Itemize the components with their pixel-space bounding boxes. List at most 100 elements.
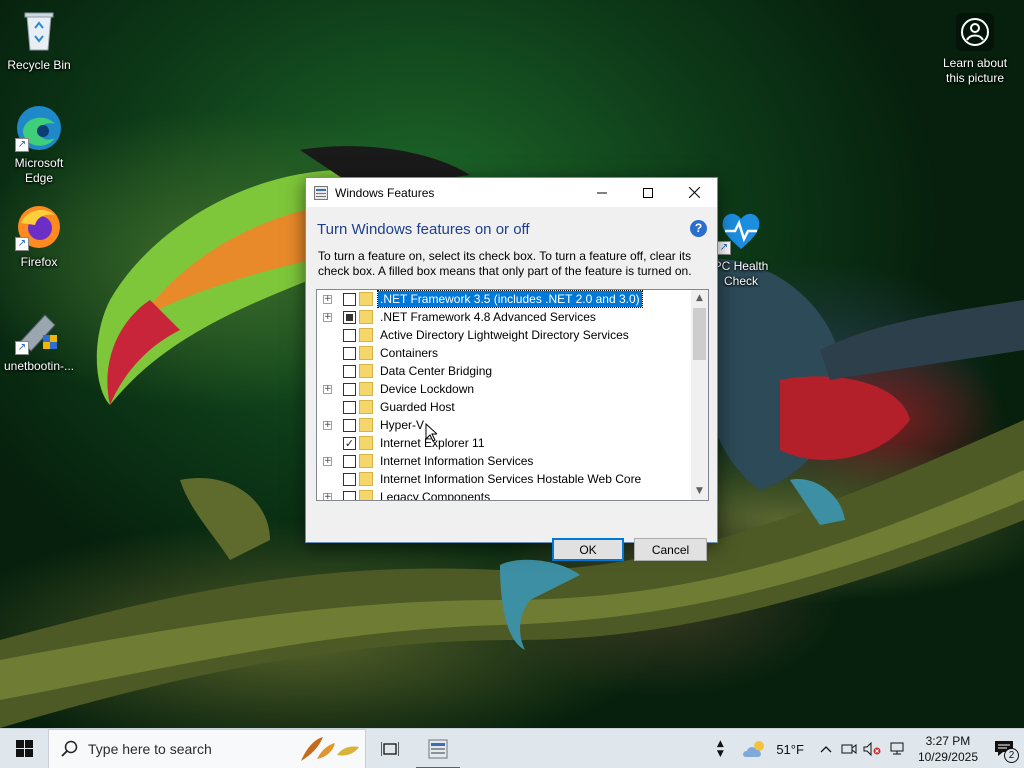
task-view-button[interactable] [366,729,414,768]
feature-checkbox[interactable] [343,292,356,306]
edge-icon: ↗ [15,104,63,152]
clock[interactable]: 3:27 PM 10/29/2025 [910,733,986,765]
ok-button[interactable]: OK [552,538,624,561]
expander-spacer: + [323,349,332,358]
search-highlight-autumn-leaves-icon[interactable] [297,733,363,765]
pc-health-check-icon: ↗ [717,207,765,255]
maximize-button[interactable] [625,178,671,207]
folder-icon [359,454,373,468]
desktop-icon-label: unetbootin-... [3,359,75,373]
desktop-icon-firefox[interactable]: ↗ Firefox [1,203,77,270]
vertical-scrollbar[interactable]: ▲ ▼ [691,290,708,500]
minimize-icon [597,192,607,193]
desktop-icon-label: Firefox [20,255,58,269]
desktop-icon-label: Microsoft Edge [14,156,64,185]
volume-button[interactable] [860,729,884,768]
feature-label: .NET Framework 4.8 Advanced Services [380,310,596,324]
folder-icon [359,472,373,486]
taskbar-search-box[interactable]: Type here to search [48,728,366,768]
feature-checkbox[interactable] [343,328,356,342]
title-bar[interactable]: Windows Features [306,178,717,207]
task-view-icon [381,741,399,756]
feature-row[interactable]: + Internet Information Services [317,452,535,470]
cancel-button[interactable]: Cancel [634,538,707,561]
feature-label: Hyper-V [380,418,425,432]
desktop-icon-recycle-bin[interactable]: Recycle Bin [1,6,77,73]
help-icon[interactable]: ? [690,220,707,237]
dialog-content: Turn Windows features on or off ? To tur… [306,207,717,561]
windows-features-window: Windows Features Turn Windows features o… [305,177,718,561]
chevron-down-icon: ▼ [716,749,724,759]
firefox-icon: ↗ [15,203,63,251]
expand-plus-icon[interactable]: + [323,294,332,304]
folder-icon [359,346,373,360]
feature-label: Active Directory Lightweight Directory S… [380,328,629,342]
feature-checkbox[interactable] [343,382,356,396]
feature-checkbox[interactable] [343,454,356,468]
desktop-icon-unetbootin[interactable]: ↗ unetbootin-... [1,307,77,374]
feature-checkbox[interactable] [343,346,356,360]
feature-label: Device Lockdown [380,382,475,396]
feature-checkbox[interactable] [343,418,356,432]
feature-label: Legacy Components [380,490,491,501]
expand-plus-icon[interactable]: + [323,312,332,322]
feature-row[interactable]: + Device Lockdown [317,380,476,398]
search-placeholder: Type here to search [88,740,212,757]
feature-label: Containers [380,346,439,360]
feature-row[interactable]: + Guarded Host [317,398,457,416]
system-tray: ▲ ▼ 51°F 3:27 PM 10/29/2025 2 [712,729,1024,768]
minimize-button[interactable] [579,178,625,207]
feature-row[interactable]: + Containers [317,344,440,362]
feature-checkbox[interactable] [343,490,356,500]
feature-row[interactable]: +✓Internet Explorer 11 [317,434,487,452]
feature-row[interactable]: + .NET Framework 4.8 Advanced Services [317,308,598,326]
meet-now-button[interactable] [838,729,860,768]
feature-checkbox[interactable] [343,310,356,324]
feature-row[interactable]: + .NET Framework 3.5 (includes .NET 2.0 a… [317,290,643,308]
maximize-icon [643,187,653,198]
feature-checkbox[interactable] [343,400,356,414]
dialog-description: To turn a feature on, select its check b… [318,249,692,278]
feature-checkbox[interactable] [343,472,356,486]
meet-now-icon [841,744,857,754]
partly-cloudy-weather-icon [743,741,765,757]
desktop-icon-microsoft-edge[interactable]: ↗ Microsoft Edge [1,104,77,186]
recycle-bin-icon [15,6,63,54]
desktop-icon-learn-about-picture[interactable]: Learn about this picture [937,12,1013,86]
scroll-thumb[interactable] [693,308,706,360]
scroll-up-arrow-icon[interactable]: ▲ [691,290,708,307]
feature-row[interactable]: + Legacy Components [317,488,492,501]
feature-checkbox[interactable]: ✓ [343,436,356,450]
close-button[interactable] [671,178,717,207]
taskbar-windows-features-app[interactable] [414,729,462,768]
expander-spacer: + [323,331,332,340]
desktop-icon-label: Learn about this picture [942,56,1008,85]
features-tree[interactable]: + .NET Framework 3.5 (includes .NET 2.0 a… [316,289,709,501]
camera-icon [955,12,995,52]
folder-icon [359,328,373,342]
weather-widget[interactable]: 51°F [728,729,814,768]
notification-center-button[interactable]: 2 [986,729,1024,768]
expander-spacer: + [323,439,332,448]
windows-features-app-icon [314,185,328,200]
feature-row[interactable]: + Hyper-V [317,416,426,434]
network-button[interactable] [884,729,910,768]
taskbar-overflow-scroll[interactable]: ▲ ▼ [712,729,728,768]
start-button[interactable] [0,729,48,768]
feature-row[interactable]: + Internet Information Services Hostable … [317,470,643,488]
expand-plus-icon[interactable]: + [323,456,332,466]
expand-plus-icon[interactable]: + [323,384,332,394]
volume-muted-icon [863,742,881,756]
expand-plus-icon[interactable]: + [323,420,332,430]
feature-row[interactable]: + Data Center Bridging [317,362,494,380]
feature-row[interactable]: + Active Directory Lightweight Directory … [317,326,631,344]
feature-checkbox[interactable] [343,364,356,378]
show-hidden-icons-button[interactable] [814,729,838,768]
unetbootin-icon: ↗ [15,307,63,355]
chevron-up-icon: ▲ [716,739,724,749]
expand-plus-icon[interactable]: + [323,492,332,500]
scroll-down-arrow-icon[interactable]: ▼ [691,483,708,500]
shortcut-arrow-icon: ↗ [15,237,29,251]
close-icon [688,187,700,198]
mouse-cursor-icon [425,423,437,442]
